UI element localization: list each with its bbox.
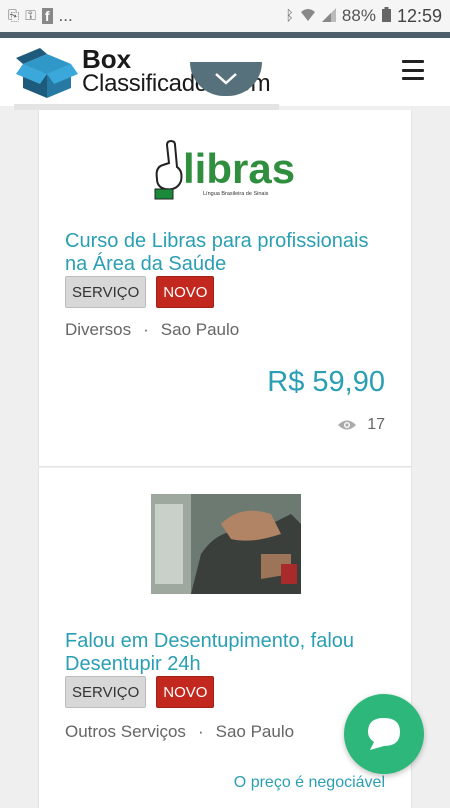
box-logo-icon (16, 48, 78, 98)
notification-icon: ⎘ (8, 8, 20, 24)
wifi-icon (300, 8, 316, 25)
new-badge: NOVO (156, 276, 215, 308)
listing-photo[interactable] (151, 494, 301, 594)
listing-location: Sao Paulo (215, 722, 295, 741)
price-negotiable-note: O preço é negociável (233, 774, 385, 791)
battery-percent: 88% (341, 6, 376, 25)
view-count: 17 (337, 416, 385, 434)
category-badge: SERVIÇO (65, 676, 147, 708)
site-header: Box Classificados.com (0, 38, 450, 106)
meta-separator: · (143, 320, 149, 339)
listing-meta: Diversos · Sao Paulo (65, 320, 239, 340)
listing-meta: Outros Serviços · Sao Paulo (65, 722, 294, 742)
menu-button[interactable] (402, 60, 424, 80)
chevron-down-icon (215, 73, 237, 85)
status-bar: ⎘ ⚿ f ... ᛒ 88% 12:59 (0, 0, 450, 32)
listing-location: Sao Paulo (160, 320, 240, 339)
signal-icon (321, 7, 336, 25)
overflow-indicator: ... (58, 6, 73, 25)
menu-line (402, 60, 424, 63)
key-icon: ⚿ (25, 8, 36, 24)
listing-category: Diversos (65, 320, 132, 339)
listing-title[interactable]: Falou em Desentupimento, falou Desentupi… (65, 630, 395, 676)
libras-logo-image[interactable]: libras Língua Brasileira de Sinais (151, 122, 301, 222)
new-badge: NOVO (156, 676, 215, 708)
clock: 12:59 (396, 5, 442, 26)
listing-price: R$ 59,90 (267, 366, 385, 398)
libras-logo-text: libras (183, 145, 295, 192)
facebook-icon: f (41, 8, 53, 24)
chat-bubble-icon (368, 718, 400, 750)
listing-title[interactable]: Curso de Libras para profissionais na Ár… (65, 230, 395, 276)
meta-separator: · (197, 722, 204, 741)
status-left: ⎘ ⚿ f ... (8, 6, 73, 26)
chat-button[interactable] (344, 694, 424, 774)
eye-icon (338, 420, 357, 430)
badge-group: SERVIÇO NOVO (65, 676, 215, 708)
category-badge: SERVIÇO (65, 276, 147, 308)
menu-line (402, 77, 424, 80)
bluetooth-icon: ᛒ (285, 8, 294, 24)
libras-logo-subtext: Língua Brasileira de Sinais (203, 191, 269, 197)
status-right: ᛒ 88% 12:59 (286, 6, 442, 27)
listing-card[interactable]: libras Língua Brasileira de Sinais Curso… (38, 110, 412, 467)
listing-category: Outros Serviços (65, 722, 186, 741)
menu-line (402, 68, 424, 72)
battery-icon (381, 7, 391, 25)
badge-group: SERVIÇO NOVO (65, 276, 215, 308)
view-count-value: 17 (367, 416, 385, 433)
